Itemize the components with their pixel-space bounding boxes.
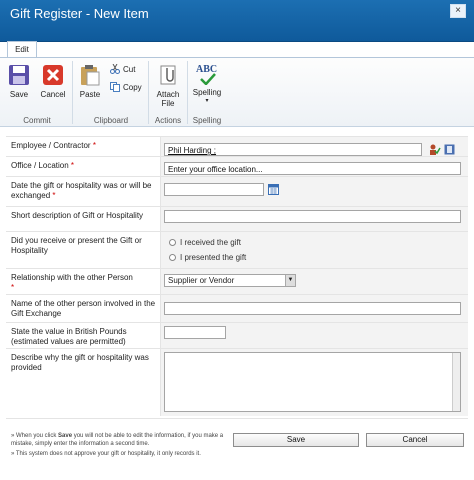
approval-note: » This system does not approve your gift… xyxy=(11,451,201,457)
check-names-icon[interactable] xyxy=(429,144,441,155)
close-button[interactable]: × xyxy=(450,4,466,18)
ribbon-divider xyxy=(148,61,149,124)
paste-icon xyxy=(81,65,100,86)
cancel-form-button[interactable]: Cancel xyxy=(366,433,464,447)
row-received-presented: Did you receive or present the Gift or H… xyxy=(6,231,468,268)
employee-input[interactable]: Phil Harding ; xyxy=(164,143,422,156)
cancel-ribbon-button[interactable]: Cancel xyxy=(38,64,68,99)
attach-label-1: Attach xyxy=(156,90,180,99)
office-input[interactable]: Enter your office location... xyxy=(164,162,461,175)
presented-option-label: I presented the gift xyxy=(180,253,247,262)
checkmark-icon xyxy=(200,73,216,85)
radio-button[interactable] xyxy=(169,254,176,261)
office-field-cell: Enter your office location... xyxy=(160,157,468,176)
row-describe: Describe why the gift or hospitality was… xyxy=(6,348,468,416)
group-clipboard: Clipboard xyxy=(93,116,129,125)
group-spelling: Spelling xyxy=(192,116,222,125)
paste-label: Paste xyxy=(79,90,101,99)
save-label: Save xyxy=(9,90,29,99)
cancel-icon xyxy=(43,65,63,85)
presented-radio[interactable]: I presented the gift xyxy=(169,253,246,262)
row-relationship: Relationship with the other Person * Supp… xyxy=(6,268,468,294)
short-desc-field-cell xyxy=(160,207,468,231)
office-label: Office / Location * xyxy=(11,161,75,170)
copy-label: Copy xyxy=(123,82,142,92)
received-field-cell: I received the gift I presented the gift xyxy=(160,232,468,268)
form-footer: » When you click Save you will not be ab… xyxy=(6,418,468,480)
textarea-scrollbar[interactable] xyxy=(452,353,460,411)
relationship-value: Supplier or Vendor xyxy=(168,276,235,285)
employee-value: Phil Harding ; xyxy=(168,146,217,155)
describe-label: Describe why the gift or hospitality was… xyxy=(11,353,149,372)
scissors-icon xyxy=(110,64,120,74)
radio-button[interactable] xyxy=(169,239,176,246)
spelling-dropdown-icon[interactable]: ▾ xyxy=(191,97,223,104)
copy-icon xyxy=(110,82,120,92)
other-person-input[interactable] xyxy=(164,302,461,315)
row-value: State the value in British Pounds (estim… xyxy=(6,322,468,348)
address-book-icon[interactable] xyxy=(444,144,455,155)
calendar-icon[interactable] xyxy=(268,184,279,195)
received-radio[interactable]: I received the gift xyxy=(169,238,241,247)
date-field-cell xyxy=(160,177,468,206)
tab-edit[interactable]: Edit xyxy=(7,41,37,58)
window-title: Gift Register - New Item xyxy=(10,6,149,21)
other-person-field-cell xyxy=(160,295,468,322)
value-input[interactable] xyxy=(164,326,226,339)
cancel-label: Cancel xyxy=(40,90,66,99)
row-other-person: Name of the other person involved in the… xyxy=(6,294,468,322)
spelling-icon: ABC xyxy=(194,64,220,86)
spelling-button[interactable]: ABC Spelling ▾ xyxy=(191,64,223,104)
ribbon-divider xyxy=(187,61,188,124)
relationship-select[interactable]: Supplier or Vendor ▼ xyxy=(164,274,296,287)
group-actions: Actions xyxy=(154,116,182,125)
employee-field-cell: Phil Harding ; xyxy=(160,137,468,156)
spelling-label: Spelling xyxy=(192,88,222,97)
describe-field-cell xyxy=(160,349,468,416)
attach-label-2: File xyxy=(161,99,175,108)
relationship-label: Relationship with the other Person * xyxy=(11,273,133,292)
date-input[interactable] xyxy=(164,183,264,196)
short-desc-label: Short description of Gift or Hospitality xyxy=(11,211,144,220)
attach-file-button[interactable]: Attach File xyxy=(152,64,184,108)
employee-label: Employee / Contractor * xyxy=(11,141,96,150)
window-titlebar: Gift Register - New Item × xyxy=(0,0,474,42)
row-short-description: Short description of Gift or Hospitality xyxy=(6,206,468,231)
received-option-label: I received the gift xyxy=(180,238,241,247)
save-icon xyxy=(9,65,29,85)
relationship-field-cell: Supplier or Vendor ▼ xyxy=(160,269,468,294)
received-label: Did you receive or present the Gift or H… xyxy=(11,236,142,255)
value-field-cell xyxy=(160,323,468,348)
row-date: Date the gift or hospitality was or will… xyxy=(6,176,468,206)
save-note: » When you click Save you will not be ab… xyxy=(11,433,224,447)
copy-button[interactable]: Copy xyxy=(110,82,142,92)
group-commit: Commit xyxy=(23,116,51,125)
row-employee: Employee / Contractor * Phil Harding ; xyxy=(6,136,468,156)
value-label: State the value in British Pounds (estim… xyxy=(11,327,127,346)
cut-label: Cut xyxy=(123,64,136,74)
ribbon-divider xyxy=(72,61,73,124)
office-placeholder: Enter your office location... xyxy=(168,165,263,174)
other-person-label: Name of the other person involved in the… xyxy=(11,299,156,318)
save-form-button[interactable]: Save xyxy=(233,433,359,447)
paste-button[interactable]: Paste xyxy=(76,64,104,99)
describe-textarea[interactable] xyxy=(164,352,461,412)
date-label: Date the gift or hospitality was or will… xyxy=(11,181,152,200)
short-desc-input[interactable] xyxy=(164,210,461,223)
ribbon: Save Cancel Paste Cut Copy Attach File A… xyxy=(0,57,474,127)
row-office: Office / Location * Enter your office lo… xyxy=(6,156,468,176)
attach-icon xyxy=(160,65,176,85)
cut-button[interactable]: Cut xyxy=(110,64,135,74)
save-button[interactable]: Save xyxy=(6,64,32,99)
chevron-down-icon[interactable]: ▼ xyxy=(285,275,295,286)
